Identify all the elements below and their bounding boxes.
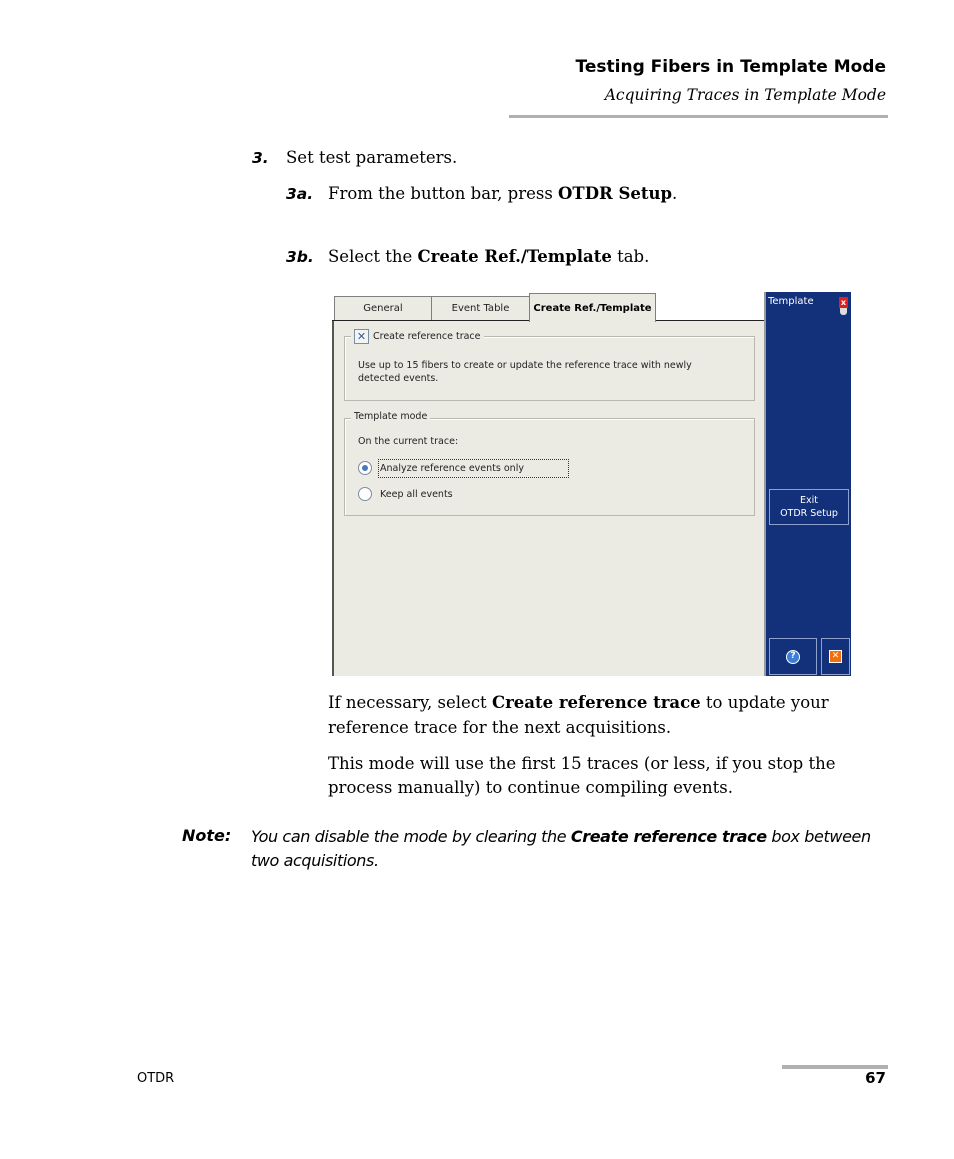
paragraph-2-line1: This mode will use the first 15 traces (… <box>328 754 836 773</box>
step-3a-prefix: From the button bar, press <box>328 184 559 203</box>
battery-icon: x <box>839 297 848 308</box>
step-3a-suffix: . <box>672 184 678 203</box>
exit-button-line2: OTDR Setup <box>780 508 838 519</box>
tab-general[interactable]: General <box>334 296 432 320</box>
chapter-title: Testing Fibers in Template Mode <box>575 57 886 77</box>
note-label: Note: <box>182 826 232 845</box>
note-bold: Create reference trace <box>570 827 767 846</box>
note-text: You can disable the mode by clearing the… <box>251 825 871 873</box>
header-divider <box>509 115 888 118</box>
power-plug-icon <box>840 308 847 315</box>
p1-suffix: to update your <box>700 693 829 712</box>
p1-bold: Create reference trace <box>491 693 701 712</box>
create-reference-checkbox[interactable]: ✕ <box>354 329 369 344</box>
paragraph-1-line1: If necessary, select Create reference tr… <box>328 693 829 712</box>
step-3b-suffix: tab. <box>611 247 650 266</box>
close-button[interactable]: ✕ <box>821 638 850 675</box>
radio-keep-all-events-label[interactable]: Keep all events <box>380 488 453 501</box>
step-3a-number: 3a. <box>286 185 314 203</box>
reference-group: ✕ Create reference trace Use up to 15 fi… <box>344 329 755 401</box>
step-3b-prefix: Select the <box>328 247 418 266</box>
paragraph-1-line2: reference trace for the next acquisition… <box>328 718 672 737</box>
create-reference-label: Create reference trace <box>373 331 481 342</box>
step-3-text: Set test parameters. <box>286 148 458 167</box>
radio-analyze-reference[interactable] <box>358 461 372 475</box>
exit-button-line1: Exit <box>800 495 818 506</box>
radio-selected-dot <box>362 465 368 471</box>
help-button[interactable]: ? <box>769 638 817 675</box>
step-3b-bold: Create Ref./Template <box>417 247 612 266</box>
tab-create-ref-template[interactable]: Create Ref./Template <box>529 293 656 322</box>
step-3a-bold: OTDR Setup <box>558 184 673 203</box>
help-icon: ? <box>786 649 800 664</box>
page-number: 67 <box>865 1069 886 1087</box>
tab-content: ✕ Create reference trace Use up to 15 fi… <box>332 321 764 676</box>
template-mode-group: Template mode On the current trace: Anal… <box>344 411 755 516</box>
section-title: Acquiring Traces in Template Mode <box>604 86 886 104</box>
template-mode-legend: Template mode <box>351 411 431 422</box>
radio-analyze-reference-label[interactable]: Analyze reference events only <box>380 462 524 475</box>
exit-otdr-setup-button[interactable]: Exit OTDR Setup <box>769 489 849 525</box>
side-button-panel: Template x Exit OTDR Setup ? ✕ <box>764 292 851 676</box>
paragraph-2-line2: process manually) to continue compiling … <box>328 778 733 797</box>
close-icon: ✕ <box>829 650 842 663</box>
tab-event-table[interactable]: Event Table <box>431 296 530 320</box>
step-3a-text: From the button bar, press OTDR Setup. <box>328 184 677 203</box>
step-3b-text: Select the Create Ref./Template tab. <box>328 247 649 266</box>
reference-description-line2: detected events. <box>358 373 439 384</box>
step-3b-number: 3b. <box>286 248 314 266</box>
footer-product: OTDR <box>137 1071 175 1086</box>
checkbox-check-icon: ✕ <box>356 330 367 343</box>
otdr-setup-screenshot: General Event Table Create Ref./Template… <box>332 292 851 676</box>
tab-strip: General Event Table Create Ref./Template <box>332 292 764 322</box>
template-prompt: On the current trace: <box>358 436 459 447</box>
reference-legend: ✕ Create reference trace <box>351 329 484 344</box>
step-3-number: 3. <box>252 149 269 167</box>
note-prefix: You can disable the mode by clearing the <box>251 827 571 846</box>
reference-description-line1: Use up to 15 fibers to create or update … <box>358 360 692 371</box>
side-panel-title: Template <box>768 296 814 307</box>
p1-prefix: If necessary, select <box>328 693 492 712</box>
radio-keep-all-events[interactable] <box>358 487 372 501</box>
